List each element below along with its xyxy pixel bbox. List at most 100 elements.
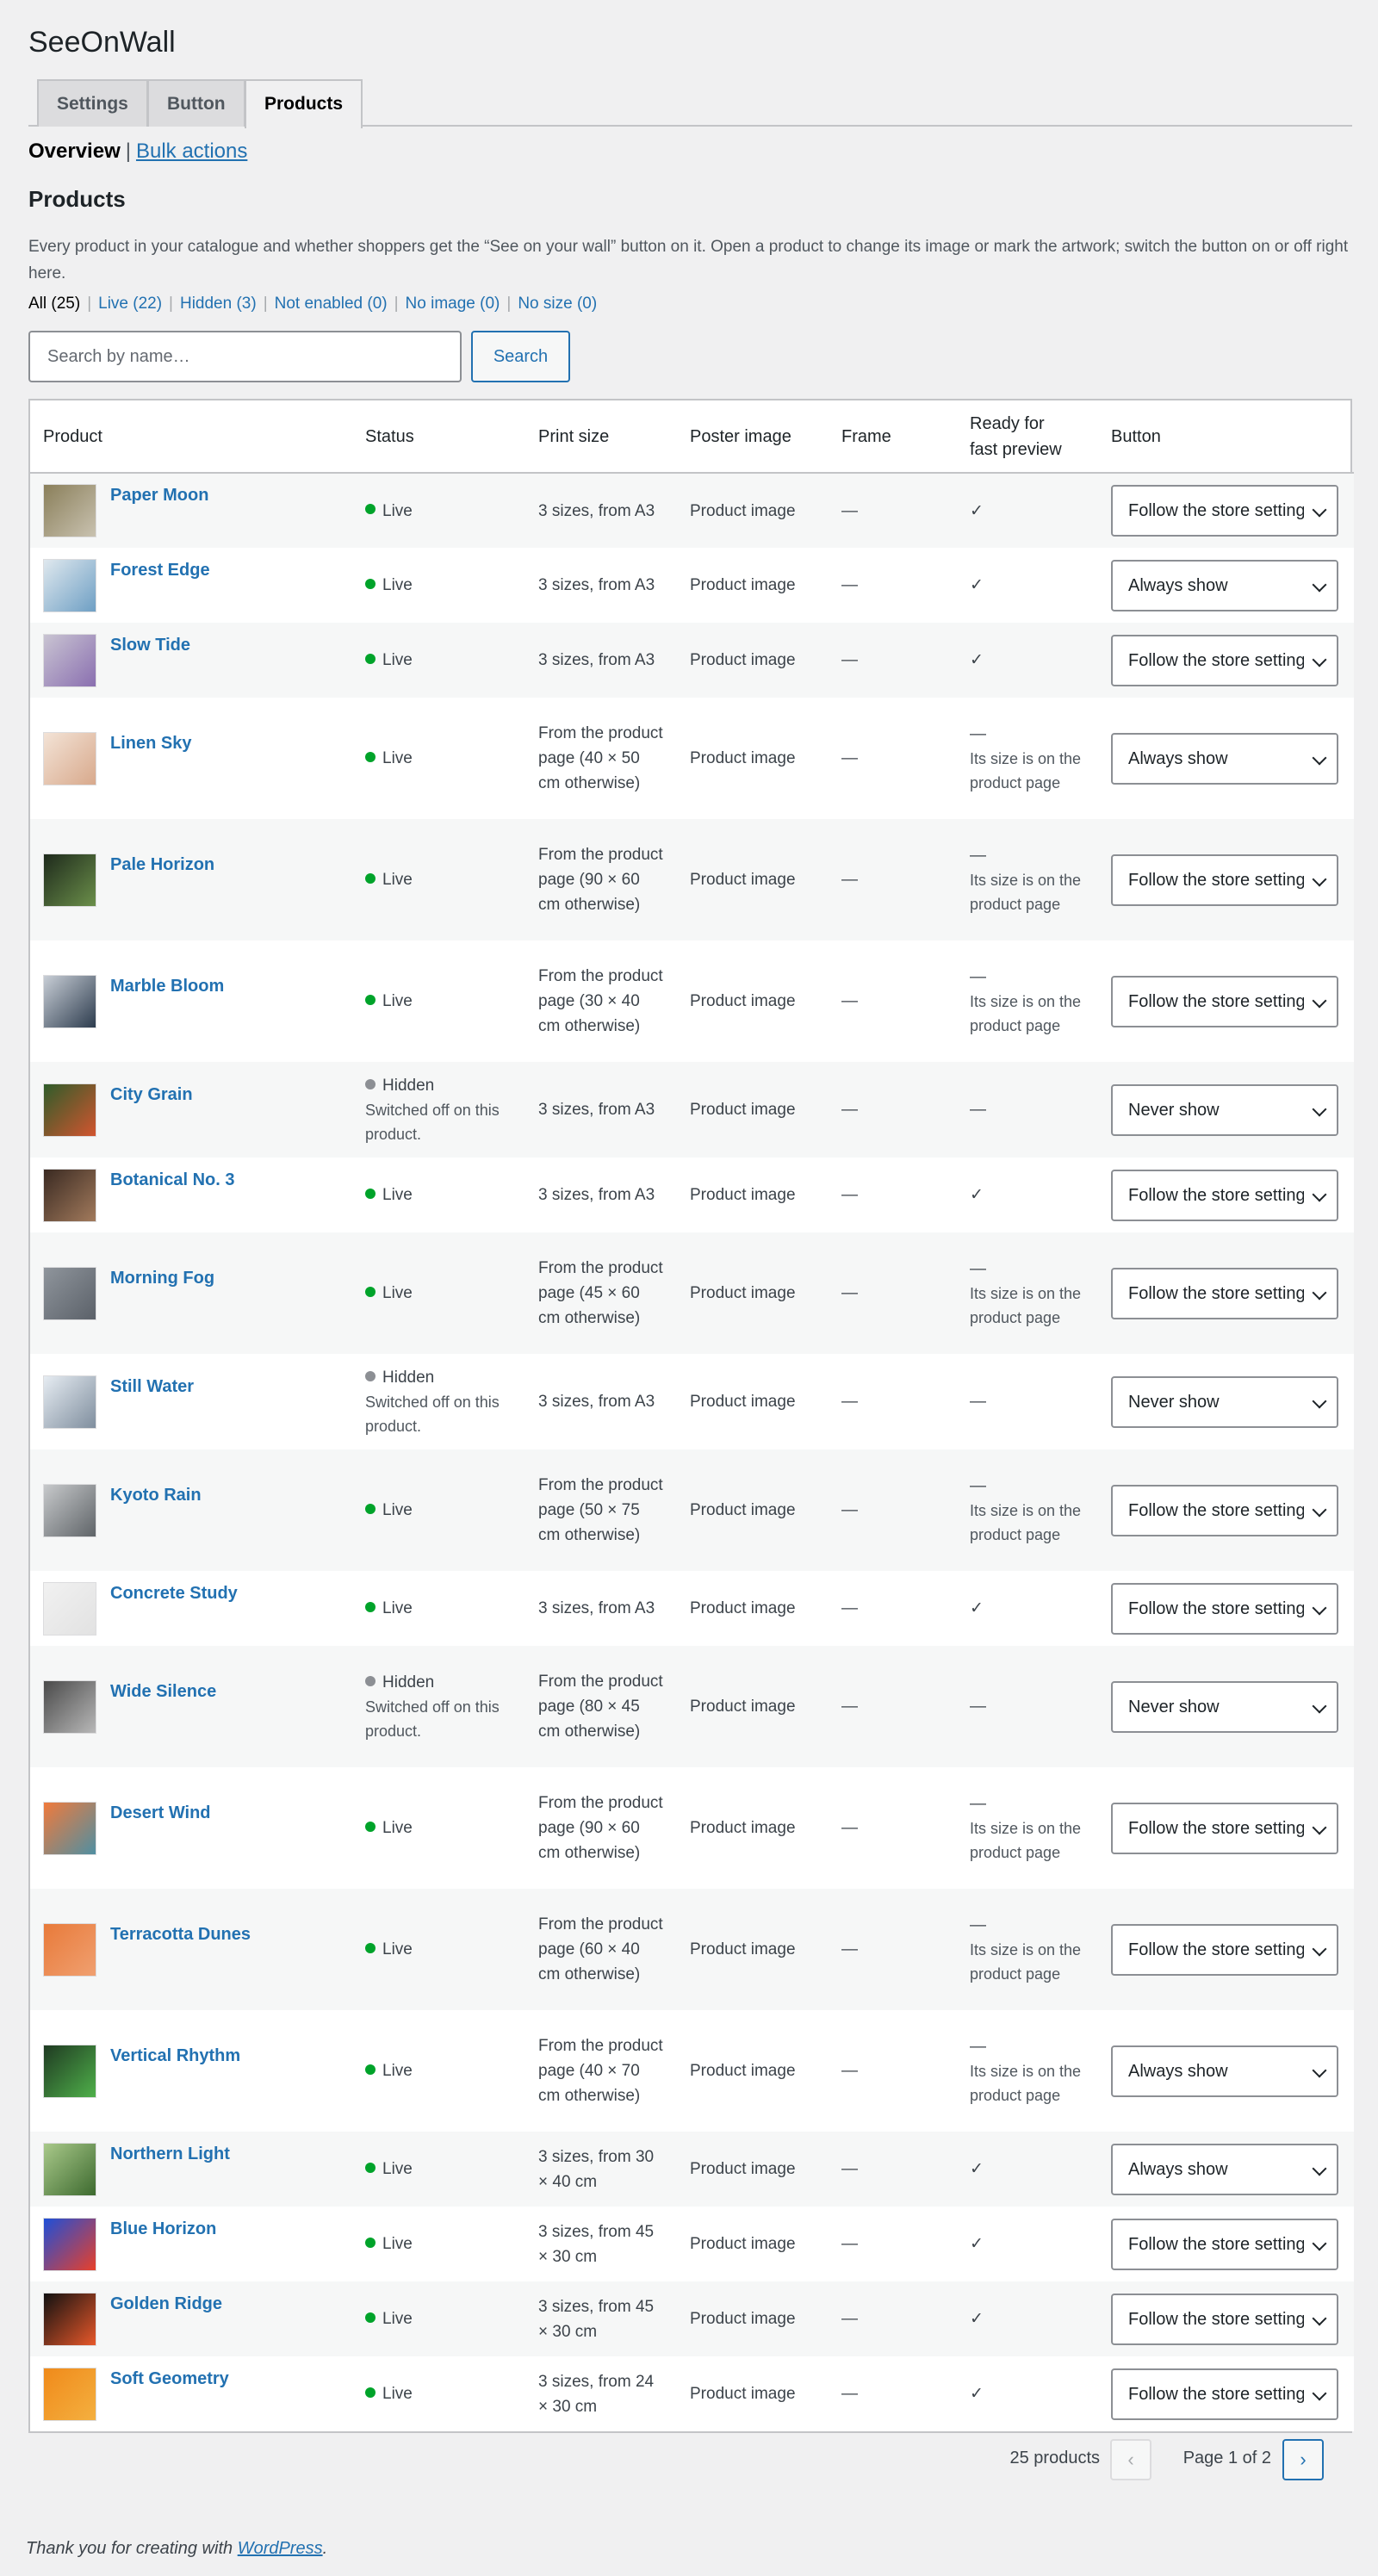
cell-product: Botanical No. 3 — [30, 1158, 352, 1232]
button-visibility-select[interactable]: Follow the store settings — [1111, 1267, 1338, 1319]
cell-status: Live — [352, 623, 525, 698]
button-visibility-value: Follow the store settings — [1128, 1598, 1314, 1618]
button-visibility-select[interactable]: Follow the store settings — [1111, 1484, 1338, 1536]
filter-all[interactable]: All (25) — [28, 295, 80, 313]
button-visibility-select[interactable]: Never show — [1111, 1680, 1338, 1733]
button-visibility-select[interactable]: Follow the store settings — [1111, 2293, 1338, 2345]
product-thumbnail[interactable] — [43, 974, 96, 1028]
product-name-link[interactable]: Desert Wind — [110, 1801, 211, 1826]
filter-no-size[interactable]: No size (0) — [518, 295, 597, 313]
product-thumbnail[interactable] — [43, 853, 96, 907]
ready-value: ✓ — [970, 2385, 984, 2403]
product-name-link[interactable]: Marble Bloom — [110, 974, 224, 999]
cell-product: Marble Bloom — [30, 940, 352, 1062]
product-name-link[interactable]: Linen Sky — [110, 731, 191, 756]
product-thumbnail[interactable] — [43, 2217, 96, 2271]
button-visibility-select[interactable]: Follow the store settings — [1111, 2368, 1338, 2420]
product-name-link[interactable]: Vertical Rhythm — [110, 2044, 240, 2069]
product-thumbnail[interactable] — [43, 2142, 96, 2196]
status-dot-icon — [365, 994, 376, 1005]
product-thumbnail[interactable] — [43, 1266, 96, 1320]
status-badge: Live — [382, 871, 413, 889]
cell-ready: — Its size is on the product page — [957, 1449, 1098, 1571]
product-thumbnail[interactable] — [43, 1083, 96, 1137]
button-visibility-select[interactable]: Always show — [1111, 732, 1338, 785]
button-visibility-select[interactable]: Follow the store settings — [1111, 1802, 1338, 1854]
button-visibility-select[interactable]: Follow the store settings — [1111, 1923, 1338, 1976]
product-thumbnail[interactable] — [43, 2292, 96, 2346]
cell-print-size: From the product page (50 × 75 cm otherw… — [525, 1449, 677, 1571]
product-thumbnail[interactable] — [43, 1922, 96, 1977]
product-thumbnail[interactable] — [43, 1375, 96, 1429]
cell-frame: — — [829, 1232, 957, 1354]
cell-print-size: From the product page (30 × 40 cm otherw… — [525, 940, 677, 1062]
button-visibility-select[interactable]: Follow the store settings — [1111, 975, 1338, 1027]
product-thumbnail[interactable] — [43, 484, 96, 537]
button-visibility-select[interactable]: Follow the store settings — [1111, 1582, 1338, 1635]
button-visibility-select[interactable]: Always show — [1111, 2045, 1338, 2097]
status-badge: Live — [382, 1940, 413, 1958]
cell-print-size: 3 sizes, from 30 × 40 cm — [525, 2132, 677, 2207]
cell-button: Never show — [1098, 1062, 1354, 1158]
cell-button: Always show — [1098, 548, 1354, 623]
next-page-button[interactable]: › — [1282, 2439, 1324, 2480]
product-name-link[interactable]: Botanical No. 3 — [110, 1168, 234, 1193]
product-name-link[interactable]: Still Water — [110, 1375, 194, 1400]
filter-hidden[interactable]: Hidden (3) — [180, 295, 257, 313]
product-name-link[interactable]: Paper Moon — [110, 483, 208, 508]
button-visibility-select[interactable]: Follow the store settings — [1111, 2218, 1338, 2270]
button-visibility-select[interactable]: Always show — [1111, 559, 1338, 611]
subnav-bulk-actions-link[interactable]: Bulk actions — [136, 140, 247, 163]
product-thumbnail[interactable] — [43, 1168, 96, 1222]
button-visibility-select[interactable]: Never show — [1111, 1375, 1338, 1428]
product-thumbnail[interactable] — [43, 633, 96, 687]
wordpress-link[interactable]: WordPress — [238, 2539, 323, 2558]
ready-note: Its size is on the product page — [970, 1820, 1082, 1861]
cell-product: Northern Light — [30, 2132, 352, 2207]
product-name-link[interactable]: Slow Tide — [110, 633, 190, 658]
product-name-link[interactable]: Kyoto Rain — [110, 1483, 202, 1508]
product-thumbnail[interactable] — [43, 1679, 96, 1734]
product-thumbnail[interactable] — [43, 558, 96, 612]
cell-status: Live — [352, 2281, 525, 2356]
cell-ready: — Its size is on the product page — [957, 940, 1098, 1062]
pagination: 25 products ‹ Page 1 of 2 › — [893, 2437, 1324, 2480]
product-name-link[interactable]: Morning Fog — [110, 1266, 214, 1291]
button-visibility-select[interactable]: Follow the store settings — [1111, 1169, 1338, 1221]
product-name-link[interactable]: Terracotta Dunes — [110, 1922, 251, 1947]
product-name-link[interactable]: Blue Horizon — [110, 2217, 216, 2242]
button-visibility-select[interactable]: Never show — [1111, 1083, 1338, 1136]
tab-products[interactable]: Products — [245, 79, 363, 128]
product-name-link[interactable]: Wide Silence — [110, 1679, 216, 1704]
product-name-link[interactable]: Pale Horizon — [110, 853, 214, 878]
product-thumbnail[interactable] — [43, 1801, 96, 1855]
button-visibility-select[interactable]: Always show — [1111, 2143, 1338, 2195]
product-name-link[interactable]: City Grain — [110, 1083, 193, 1108]
button-visibility-select[interactable]: Follow the store settings — [1111, 634, 1338, 686]
cell-button: Follow the store settings — [1098, 1767, 1354, 1889]
tab-button[interactable]: Button — [147, 79, 245, 127]
cell-button: Follow the store settings — [1098, 2281, 1354, 2356]
button-visibility-select[interactable]: Follow the store settings — [1111, 853, 1338, 906]
product-thumbnail[interactable] — [43, 731, 96, 785]
search-button[interactable]: Search — [471, 331, 570, 382]
product-name-link[interactable]: Concrete Study — [110, 1581, 238, 1606]
button-visibility-select[interactable]: Follow the store settings — [1111, 485, 1338, 537]
cell-product: Linen Sky — [30, 698, 352, 819]
cell-product: Blue Horizon — [30, 2207, 352, 2281]
filter-live[interactable]: Live (22) — [98, 295, 162, 313]
prev-page-button[interactable]: ‹ — [1110, 2439, 1151, 2480]
product-name-link[interactable]: Northern Light — [110, 2142, 230, 2167]
tab-settings[interactable]: Settings — [37, 79, 148, 127]
product-thumbnail[interactable] — [43, 1483, 96, 1537]
product-name-link[interactable]: Soft Geometry — [110, 2367, 229, 2392]
product-name-link[interactable]: Golden Ridge — [110, 2292, 222, 2317]
cell-print-size: 3 sizes, from A3 — [525, 473, 677, 548]
filter-not-enabled[interactable]: Not enabled (0) — [275, 295, 388, 313]
product-thumbnail[interactable] — [43, 2367, 96, 2421]
product-name-link[interactable]: Forest Edge — [110, 558, 210, 583]
product-thumbnail[interactable] — [43, 2044, 96, 2098]
filter-no-image[interactable]: No image (0) — [406, 295, 500, 313]
search-input[interactable] — [28, 331, 462, 382]
product-thumbnail[interactable] — [43, 1581, 96, 1636]
